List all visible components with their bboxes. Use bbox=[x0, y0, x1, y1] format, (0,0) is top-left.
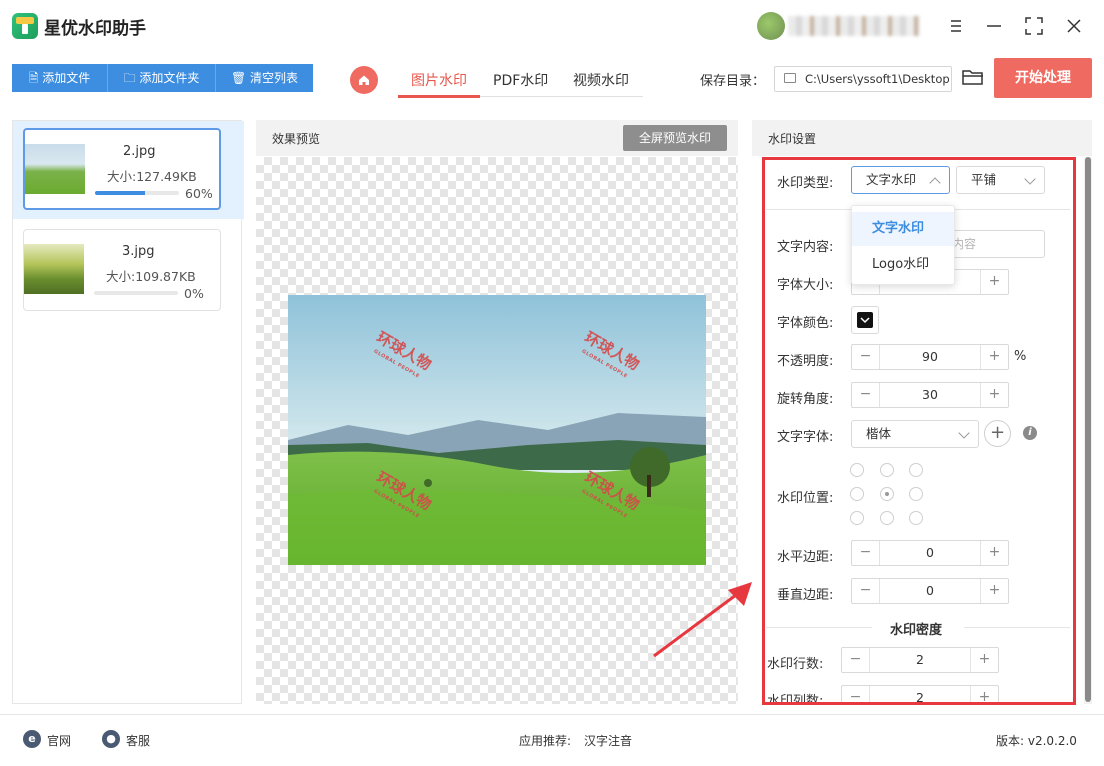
add-folder-label: 添加文件夹 bbox=[139, 71, 200, 85]
file-name: 2.jpg bbox=[123, 144, 156, 159]
settings-title: 水印设置 bbox=[768, 132, 817, 146]
clear-list-label: 清空列表 bbox=[250, 71, 299, 85]
preview-image: 环球人物 GLOBAL PEOPLE 环球人物 GLOBAL PEOPLE 环球人物… bbox=[288, 295, 706, 565]
app-title: 星优水印助手 bbox=[44, 19, 146, 39]
preview-title: 效果预览 bbox=[272, 132, 321, 146]
home-icon bbox=[359, 75, 369, 85]
start-processing-button[interactable]: 开始处理 bbox=[994, 58, 1092, 98]
save-dir-label: 保存目录： bbox=[700, 74, 766, 89]
user-name-redacted bbox=[788, 16, 920, 36]
tab-video-watermark[interactable]: 视频水印 bbox=[573, 70, 629, 90]
tab-image-watermark[interactable]: 图片水印 bbox=[411, 70, 467, 90]
recommend-label: 应用推荐: bbox=[519, 734, 572, 748]
file-icon: 🗎 bbox=[28, 71, 39, 85]
annotation-arrow bbox=[653, 582, 752, 658]
file-thumbnail bbox=[24, 244, 84, 294]
file-thumbnail bbox=[25, 144, 85, 194]
scrollbar-thumb[interactable] bbox=[1085, 157, 1091, 702]
support-link[interactable]: 客服 bbox=[126, 732, 150, 749]
file-item[interactable]: 2.jpg 大小:127.49KB 60% bbox=[23, 128, 221, 210]
add-file-button[interactable]: 🗎 添加文件 bbox=[12, 64, 108, 92]
add-file-label: 添加文件 bbox=[42, 71, 91, 85]
file-progress-label: 0% bbox=[184, 286, 204, 301]
maximize-icon[interactable] bbox=[1022, 14, 1046, 38]
clear-list-button[interactable]: 🗑 清空列表 bbox=[216, 64, 313, 92]
file-item[interactable]: 3.jpg 大小:109.87KB 0% bbox=[23, 229, 221, 311]
website-icon[interactable]: e bbox=[23, 730, 41, 748]
file-name: 3.jpg bbox=[122, 244, 155, 259]
version-label: 版本: v2.0.2.0 bbox=[996, 734, 1077, 748]
minimize-icon[interactable] bbox=[982, 14, 1006, 38]
app-logo-icon bbox=[12, 13, 38, 39]
file-list: 2.jpg 大小:127.49KB 60% 3.jpg 大小:109.87KB … bbox=[12, 120, 244, 704]
recommend-link[interactable]: 汉字注音 bbox=[584, 732, 632, 749]
close-icon[interactable] bbox=[1062, 14, 1086, 38]
highlight-frame bbox=[762, 157, 1076, 705]
open-folder-icon[interactable] bbox=[962, 68, 984, 86]
trash-icon: 🗑 bbox=[230, 71, 247, 85]
file-size: 大小:127.49KB bbox=[107, 169, 197, 184]
file-size: 大小:109.87KB bbox=[106, 269, 196, 284]
home-button[interactable] bbox=[350, 66, 378, 94]
title-bar bbox=[0, 0, 1104, 52]
file-progress-bar bbox=[94, 291, 178, 295]
user-avatar[interactable] bbox=[757, 12, 785, 40]
file-progress-bar bbox=[95, 191, 179, 195]
chat-icon[interactable]: ● bbox=[102, 730, 120, 748]
file-progress-label: 60% bbox=[185, 186, 213, 201]
landscape-image bbox=[288, 295, 706, 565]
menu-icon[interactable] bbox=[944, 14, 968, 38]
active-tab-indicator bbox=[398, 95, 480, 98]
fullscreen-preview-button[interactable]: 全屏预览水印 bbox=[623, 125, 727, 151]
folder-icon: 🗀 bbox=[123, 71, 136, 85]
folder-icon bbox=[784, 73, 796, 83]
save-dir-input[interactable]: C:\Users\yssoft1\Desktop bbox=[774, 66, 952, 92]
website-link[interactable]: 官网 bbox=[47, 732, 71, 749]
add-folder-button[interactable]: 🗀 添加文件夹 bbox=[108, 64, 216, 92]
tab-pdf-watermark[interactable]: PDF水印 bbox=[493, 70, 548, 90]
